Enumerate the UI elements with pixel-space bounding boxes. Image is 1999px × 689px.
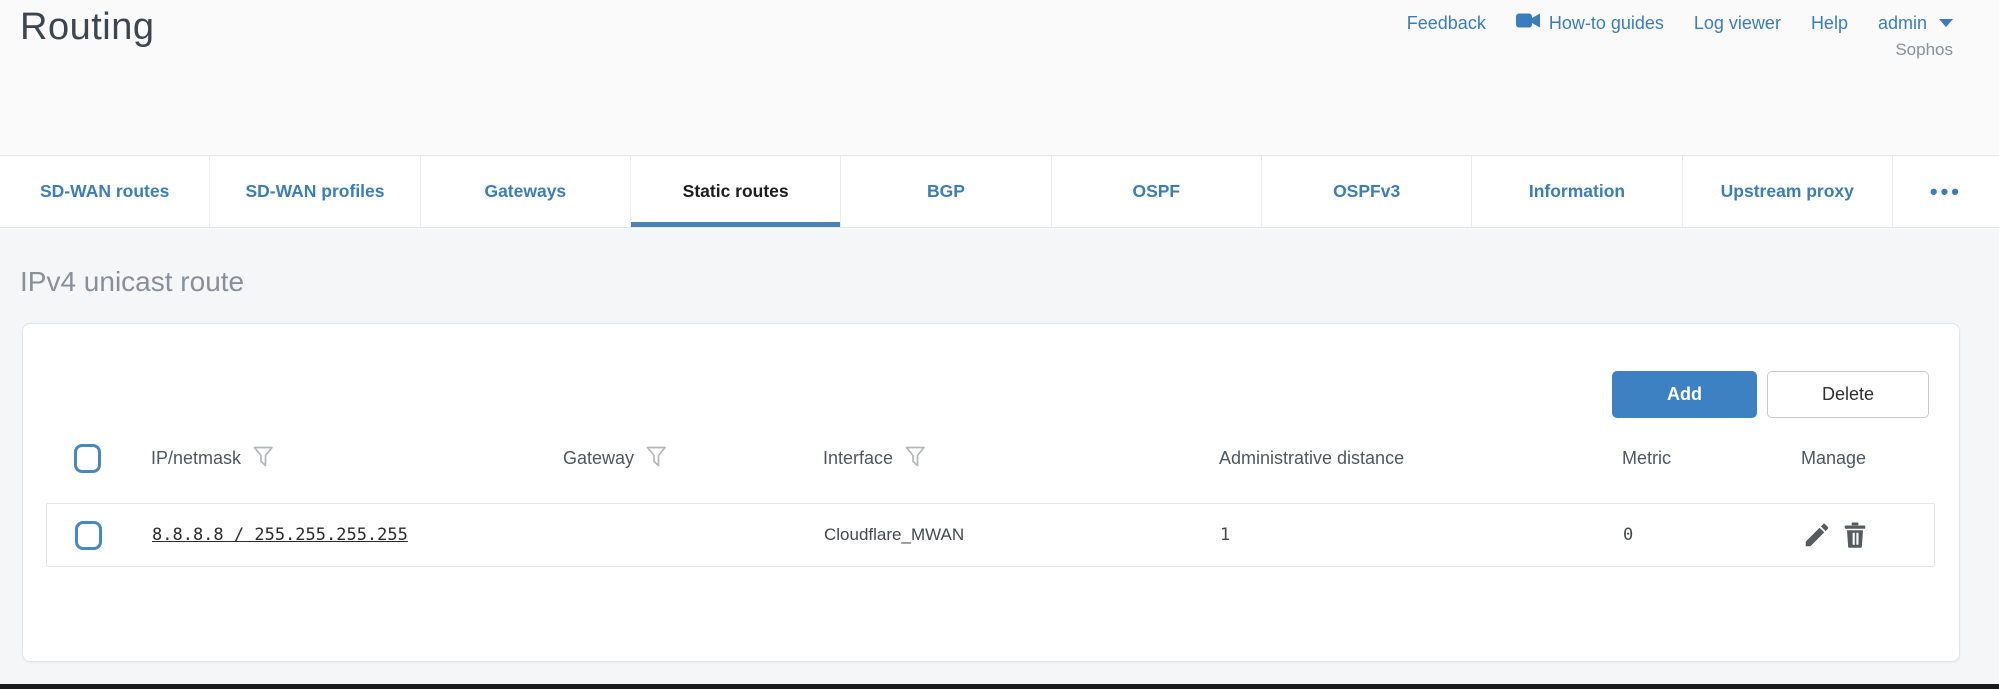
video-camera-icon <box>1516 12 1541 34</box>
feedback-link[interactable]: Feedback <box>1407 13 1486 34</box>
header-manage: Manage <box>1801 448 1866 469</box>
tab-upstream-proxy[interactable]: Upstream proxy <box>1683 156 1893 227</box>
header-metric: Metric <box>1622 448 1671 469</box>
tab-static-routes[interactable]: Static routes <box>631 156 841 227</box>
log-viewer-link[interactable]: Log viewer <box>1694 13 1781 34</box>
trash-icon[interactable] <box>1840 520 1870 550</box>
help-link[interactable]: Help <box>1811 13 1848 34</box>
ipv4-unicast-route-panel: Add Delete IP/netmask Gateway Interface … <box>22 323 1960 662</box>
tab-ospfv3[interactable]: OSPFv3 <box>1262 156 1472 227</box>
chevron-down-icon <box>1939 19 1953 27</box>
table-toolbar: Add Delete <box>1612 371 1929 418</box>
top-navigation: Feedback How-to guides Log viewer Help a… <box>1407 12 1953 60</box>
route-administrative-distance-value: 1 <box>1220 525 1230 545</box>
window-bottom-edge <box>0 684 1999 689</box>
tab-gateways[interactable]: Gateways <box>421 156 631 227</box>
route-metric-value: 0 <box>1623 525 1633 545</box>
delete-button[interactable]: Delete <box>1767 371 1929 418</box>
pencil-icon[interactable] <box>1802 520 1832 550</box>
filter-funnel-icon[interactable] <box>253 446 274 471</box>
tab-sd-wan-routes[interactable]: SD-WAN routes <box>0 156 210 227</box>
header-interface: Interface <box>823 448 893 469</box>
filter-funnel-icon[interactable] <box>905 446 926 471</box>
tab-information[interactable]: Information <box>1472 156 1682 227</box>
page-title: Routing <box>20 6 154 49</box>
header-gateway: Gateway <box>563 448 634 469</box>
tab-ospf[interactable]: OSPF <box>1052 156 1262 227</box>
howto-guides-link[interactable]: How-to guides <box>1516 12 1664 34</box>
row-checkbox[interactable] <box>75 521 102 550</box>
header-ip-netmask: IP/netmask <box>151 448 241 469</box>
select-all-checkbox[interactable] <box>74 444 101 473</box>
user-menu[interactable]: admin <box>1878 13 1953 34</box>
section-heading: IPv4 unicast route <box>20 266 244 298</box>
route-ip-netmask-link[interactable]: 8.8.8.8 / 255.255.255.255 <box>152 525 408 545</box>
brand-label: Sophos <box>1895 40 1953 60</box>
tab-sd-wan-profiles[interactable]: SD-WAN profiles <box>210 156 420 227</box>
table-row: 8.8.8.8 / 255.255.255.255 Cloudflare_MWA… <box>46 503 1935 567</box>
add-button[interactable]: Add <box>1612 371 1757 418</box>
header-administrative-distance: Administrative distance <box>1219 448 1404 469</box>
route-interface-value: Cloudflare_MWAN <box>824 525 964 544</box>
tab-bgp[interactable]: BGP <box>841 156 1051 227</box>
tab-overflow-ellipsis-icon[interactable]: ••• <box>1893 156 1999 227</box>
filter-funnel-icon[interactable] <box>646 446 667 471</box>
table-header-row: IP/netmask Gateway Interface Administrat… <box>46 436 1935 480</box>
routing-tabbar: SD-WAN routes SD-WAN profiles Gateways S… <box>0 155 1999 228</box>
